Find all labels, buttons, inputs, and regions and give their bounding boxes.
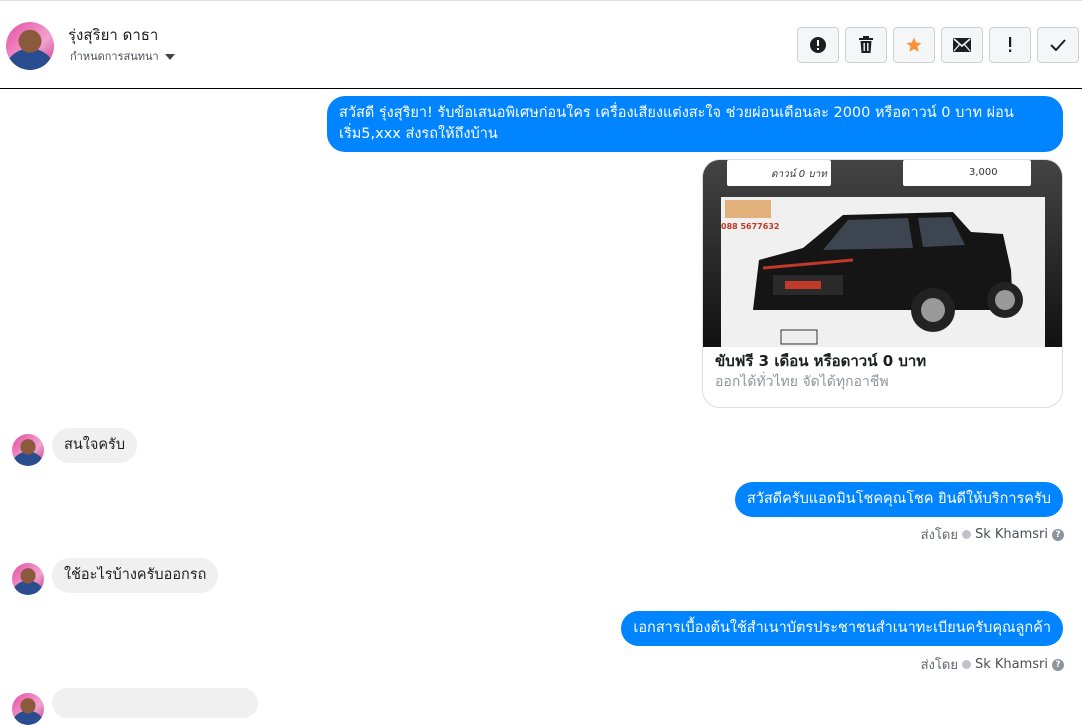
link-preview-card[interactable]: ดาวน์ 0 บาท 3,000 088 5677632 ขับฟรี 3 เ… bbox=[702, 159, 1063, 408]
message-text: สวัสดีครับแอดมินโชคคุณโชค ยินดีให้บริการ… bbox=[746, 491, 1051, 507]
contact-avatar[interactable] bbox=[6, 22, 54, 70]
help-icon[interactable]: ? bbox=[1052, 658, 1064, 671]
card-title: ขับฟรี 3 เดือน หรือดาวน์ 0 บาท bbox=[715, 352, 927, 370]
exclamation-circle-icon bbox=[810, 37, 826, 53]
sender-name[interactable]: Sk Khamsri bbox=[975, 657, 1048, 672]
message-text: สวัสดี รุ่งสุริยา! รับข้อเสนอพิเศษก่อนใค… bbox=[339, 105, 1014, 142]
verified-icon bbox=[961, 530, 971, 539]
outgoing-message[interactable]: สวัสดี รุ่งสุริยา! รับข้อเสนอพิเศษก่อนใค… bbox=[327, 96, 1063, 152]
caret-down-icon bbox=[164, 54, 175, 60]
help-icon[interactable]: ? bbox=[1052, 528, 1064, 541]
mark-done-button[interactable] bbox=[1037, 27, 1079, 63]
report-button[interactable] bbox=[797, 27, 839, 63]
envelope-icon bbox=[953, 38, 971, 52]
sent-by-line: ส่งโดย Sk Khamsri ? bbox=[921, 524, 1064, 545]
check-icon bbox=[1050, 39, 1066, 51]
conversation-header: รุ่งสุริยา ดาธา กำหนดการสนทนา bbox=[0, 0, 1082, 89]
car-ad-image: ดาวน์ 0 บาท 3,000 088 5677632 bbox=[703, 160, 1062, 347]
car-ad-illustration bbox=[703, 160, 1062, 347]
verified-icon bbox=[961, 660, 971, 669]
exclamation-icon bbox=[1009, 37, 1012, 52]
image-label-phone: 088 5677632 bbox=[721, 222, 780, 231]
image-label-down-payment: ดาวน์ 0 บาท bbox=[771, 169, 827, 180]
sender-avatar[interactable] bbox=[12, 434, 44, 466]
toolbar bbox=[797, 27, 1079, 63]
mark-spam-button[interactable] bbox=[989, 27, 1031, 63]
sent-by-label: ส่งโดย bbox=[920, 658, 958, 673]
contact-name[interactable]: รุ่งสุริยา ดาธา bbox=[68, 23, 158, 47]
incoming-message[interactable]: สนใจครับ bbox=[52, 428, 138, 463]
outgoing-message[interactable]: เอกสารเบื้องต้นใช้สำเนาบัตรประชาชนสำเนาท… bbox=[621, 611, 1063, 646]
star-button[interactable] bbox=[893, 27, 935, 63]
trash-icon bbox=[859, 36, 873, 53]
message-text: เอกสารเบื้องต้นใช้สำเนาบัตรประชาชนสำเนาท… bbox=[633, 620, 1051, 636]
star-icon bbox=[906, 37, 922, 52]
message-text: สนใจครับ bbox=[64, 437, 126, 453]
sent-by-line: ส่งโดย Sk Khamsri ? bbox=[921, 654, 1064, 675]
conversation-settings-dropdown[interactable]: กำหนดการสนทนา bbox=[70, 47, 175, 65]
sender-avatar[interactable] bbox=[12, 693, 44, 725]
delete-button[interactable] bbox=[845, 27, 887, 63]
incoming-message[interactable] bbox=[52, 688, 258, 718]
sender-avatar[interactable] bbox=[12, 563, 44, 595]
image-label-price: 3,000 bbox=[969, 167, 998, 178]
message-text: ใช้อะไรบ้างครับออกรถ bbox=[64, 567, 207, 583]
conversation-settings-label: กำหนดการสนทนา bbox=[70, 50, 159, 63]
card-subtitle: ออกได้ทั่วไทย จัดได้ทุกอาชีพ bbox=[715, 374, 889, 390]
incoming-message[interactable]: ใช้อะไรบ้างครับออกรถ bbox=[52, 558, 219, 593]
sender-name[interactable]: Sk Khamsri bbox=[975, 527, 1048, 542]
sent-by-label: ส่งโดย bbox=[920, 528, 958, 543]
outgoing-message[interactable]: สวัสดีครับแอดมินโชคคุณโชค ยินดีให้บริการ… bbox=[734, 482, 1063, 517]
mark-unread-button[interactable] bbox=[941, 27, 983, 63]
